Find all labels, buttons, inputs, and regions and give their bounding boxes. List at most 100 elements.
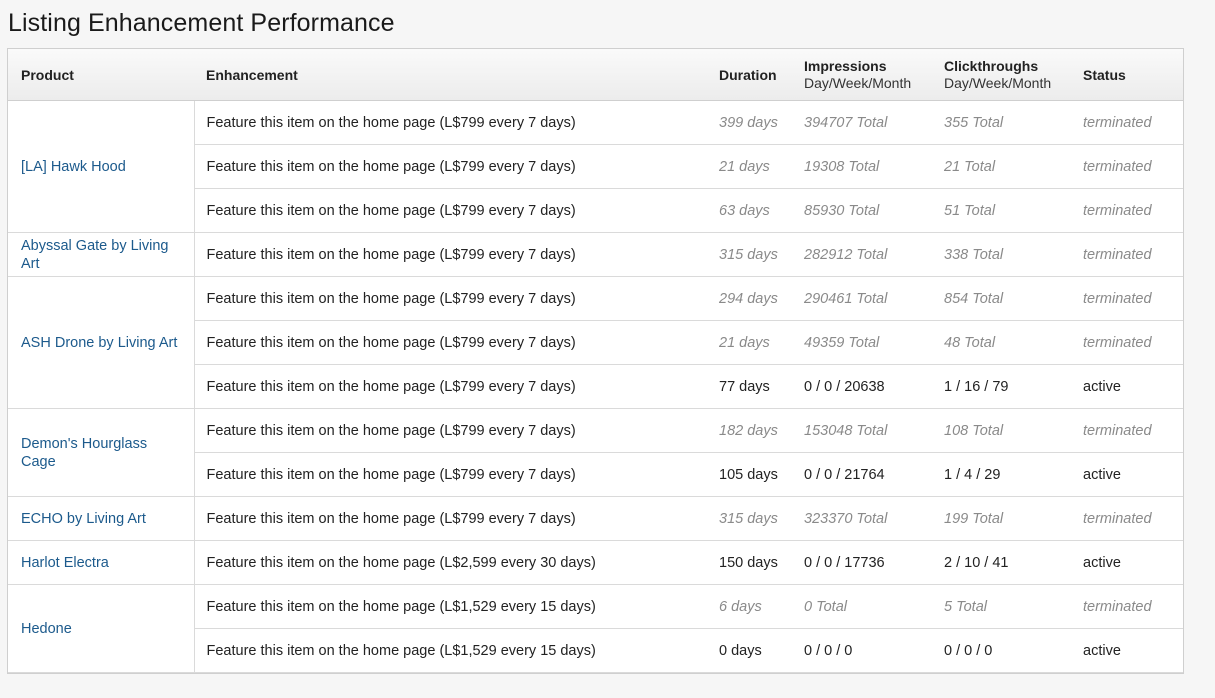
status-cell: terminated: [1083, 496, 1183, 541]
table-row: ASH Drone by Living Art Feature this item…: [8, 276, 1183, 409]
header-status: Status: [1083, 49, 1183, 101]
impressions-cell: 282912 Total: [804, 232, 944, 277]
duration-cell: 294 days: [719, 276, 804, 321]
duration-cell: 182 days: [719, 408, 804, 453]
header-duration: Duration: [719, 49, 804, 101]
header-clickthroughs-sub: Day/Week/Month: [944, 75, 1052, 91]
enhancement-cell: Feature this item on the home page (L$79…: [194, 144, 719, 189]
product-cell: Demon's Hourglass Cage: [8, 408, 195, 497]
impressions-cell: 290461 Total: [804, 276, 944, 321]
clickthroughs-cell: 854 Total: [944, 276, 1083, 321]
table-row: Abyssal Gate by Living Art Feature this i…: [8, 232, 1183, 277]
product-link[interactable]: [LA] Hawk Hood: [21, 159, 126, 175]
table-row: Demon's Hourglass Cage Feature this item …: [8, 408, 1183, 497]
product-cell: Hedone: [8, 584, 195, 673]
table-row: [LA] Hawk Hood Feature this item on the h…: [8, 100, 1183, 233]
clickthroughs-cell: 48 Total: [944, 320, 1083, 365]
duration-cell: 21 days: [719, 320, 804, 365]
impressions-cell: 153048 Total: [804, 408, 944, 453]
table-row: Harlot Electra Feature this item on the h…: [8, 540, 1183, 585]
enhancement-cell: Feature this item on the home page (L$79…: [194, 100, 719, 145]
clickthroughs-cell: 108 Total: [944, 408, 1083, 453]
impressions-cell: 0 / 0 / 21764: [804, 452, 944, 497]
header-clickthroughs: Clickthroughs Day/Week/Month: [944, 49, 1083, 101]
enhancement-cell: Feature this item on the home page (L$1,…: [194, 628, 719, 673]
impressions-cell: 19308 Total: [804, 144, 944, 189]
duration-cell: 21 days: [719, 144, 804, 189]
product-link[interactable]: Abyssal Gate by Living Art: [21, 238, 169, 272]
clickthroughs-cell: 51 Total: [944, 188, 1083, 233]
product-link[interactable]: Demon's Hourglass Cage: [21, 436, 147, 470]
duration-cell: 6 days: [719, 584, 804, 629]
table-header: Product Enhancement Duration Impressions…: [8, 49, 1183, 101]
header-impressions: Impressions Day/Week/Month: [804, 49, 944, 101]
impressions-cell: 85930 Total: [804, 188, 944, 233]
product-link[interactable]: ECHO by Living Art: [21, 511, 146, 527]
duration-cell: 150 days: [719, 540, 804, 585]
clickthroughs-cell: 355 Total: [944, 100, 1083, 145]
duration-cell: 105 days: [719, 452, 804, 497]
table-row: Hedone Feature this item on the home page…: [8, 584, 1183, 673]
product-link[interactable]: Harlot Electra: [21, 555, 109, 571]
status-cell: terminated: [1083, 232, 1183, 277]
impressions-cell: 49359 Total: [804, 320, 944, 365]
status-cell: terminated: [1083, 100, 1183, 145]
clickthroughs-cell: 199 Total: [944, 496, 1083, 541]
header-impressions-label: Impressions: [804, 58, 887, 74]
page-title: Listing Enhancement Performance: [8, 9, 395, 37]
enhancement-table-container: Product Enhancement Duration Impressions…: [7, 48, 1184, 674]
header-product: Product: [8, 49, 194, 101]
status-cell: active: [1083, 452, 1183, 497]
impressions-cell: 394707 Total: [804, 100, 944, 145]
enhancement-cell: Feature this item on the home page (L$2,…: [194, 540, 719, 585]
header-enhancement: Enhancement: [194, 49, 719, 101]
impressions-cell: 323370 Total: [804, 496, 944, 541]
duration-cell: 315 days: [719, 496, 804, 541]
enhancement-table: Product Enhancement Duration Impressions…: [8, 49, 1183, 673]
table-row: ECHO by Living Art Feature this item on t…: [8, 496, 1183, 541]
duration-cell: 0 days: [719, 628, 804, 673]
status-cell: active: [1083, 628, 1183, 673]
status-cell: terminated: [1083, 188, 1183, 233]
product-cell: ASH Drone by Living Art: [8, 276, 195, 409]
clickthroughs-cell: 1 / 16 / 79: [944, 364, 1083, 409]
status-cell: terminated: [1083, 408, 1183, 453]
duration-cell: 63 days: [719, 188, 804, 233]
product-cell: Abyssal Gate by Living Art: [8, 232, 195, 277]
clickthroughs-cell: 1 / 4 / 29: [944, 452, 1083, 497]
impressions-cell: 0 / 0 / 20638: [804, 364, 944, 409]
status-cell: terminated: [1083, 584, 1183, 629]
impressions-cell: 0 Total: [804, 584, 944, 629]
enhancement-cell: Feature this item on the home page (L$79…: [194, 232, 719, 277]
enhancement-cell: Feature this item on the home page (L$79…: [194, 408, 719, 453]
status-cell: terminated: [1083, 276, 1183, 321]
header-impressions-sub: Day/Week/Month: [804, 75, 912, 91]
clickthroughs-cell: 21 Total: [944, 144, 1083, 189]
status-cell: terminated: [1083, 144, 1183, 189]
status-cell: active: [1083, 364, 1183, 409]
duration-cell: 315 days: [719, 232, 804, 277]
enhancement-cell: Feature this item on the home page (L$1,…: [194, 584, 719, 629]
table-body: [LA] Hawk Hood Feature this item on the h…: [8, 100, 1183, 673]
clickthroughs-cell: 2 / 10 / 41: [944, 540, 1083, 585]
clickthroughs-cell: 0 / 0 / 0: [944, 628, 1083, 673]
enhancement-cell: Feature this item on the home page (L$79…: [194, 188, 719, 233]
clickthroughs-cell: 338 Total: [944, 232, 1083, 277]
product-cell: [LA] Hawk Hood: [8, 100, 195, 233]
enhancement-cell: Feature this item on the home page (L$79…: [194, 364, 719, 409]
status-cell: terminated: [1083, 320, 1183, 365]
enhancement-cell: Feature this item on the home page (L$79…: [194, 276, 719, 321]
product-cell: ECHO by Living Art: [8, 496, 195, 541]
impressions-cell: 0 / 0 / 17736: [804, 540, 944, 585]
enhancement-cell: Feature this item on the home page (L$79…: [194, 320, 719, 365]
product-cell: Harlot Electra: [8, 540, 195, 585]
enhancement-cell: Feature this item on the home page (L$79…: [194, 452, 719, 497]
duration-cell: 399 days: [719, 100, 804, 145]
duration-cell: 77 days: [719, 364, 804, 409]
enhancement-cell: Feature this item on the home page (L$79…: [194, 496, 719, 541]
status-cell: active: [1083, 540, 1183, 585]
product-link[interactable]: Hedone: [21, 621, 72, 637]
product-link[interactable]: ASH Drone by Living Art: [21, 335, 177, 351]
clickthroughs-cell: 5 Total: [944, 584, 1083, 629]
impressions-cell: 0 / 0 / 0: [804, 628, 944, 673]
